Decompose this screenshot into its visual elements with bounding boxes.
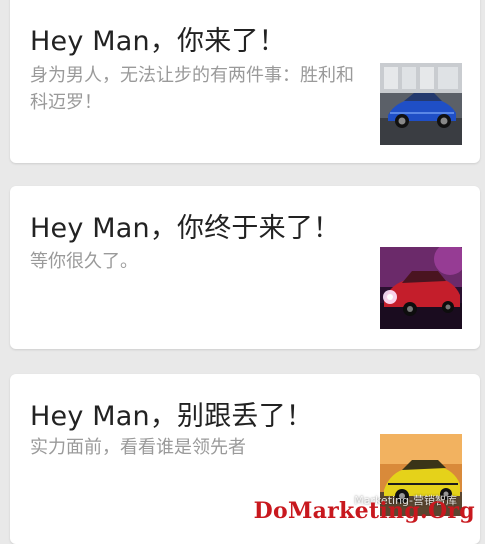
blue-car-image (380, 63, 462, 145)
card-title: Hey Man，别跟丢了！ (30, 401, 314, 432)
card-summary: 等你很久了。 (30, 251, 138, 272)
card-thumbnail[interactable] (380, 63, 462, 145)
card-summary: 实力面前，看看谁是领先者 (30, 437, 246, 458)
card-title: Hey Man，你来了！ (30, 26, 286, 57)
message-feed: Hey Man，你来了！ 身为男人，无法让步的有两件事：胜利和科迈罗！ Hey … (0, 0, 485, 544)
red-car-image (380, 247, 462, 329)
watermark: DoMarketing.Org (253, 498, 475, 524)
card-summary: 身为男人，无法让步的有两件事：胜利和科迈罗！ (30, 65, 354, 113)
article-card[interactable]: Hey Man，你终于来了！ 等你很久了。 (10, 186, 480, 349)
article-card[interactable]: Hey Man，你来了！ 身为男人，无法让步的有两件事：胜利和科迈罗！ (10, 0, 480, 163)
card-thumbnail[interactable] (380, 247, 462, 329)
card-title: Hey Man，你终于来了！ (30, 213, 341, 244)
